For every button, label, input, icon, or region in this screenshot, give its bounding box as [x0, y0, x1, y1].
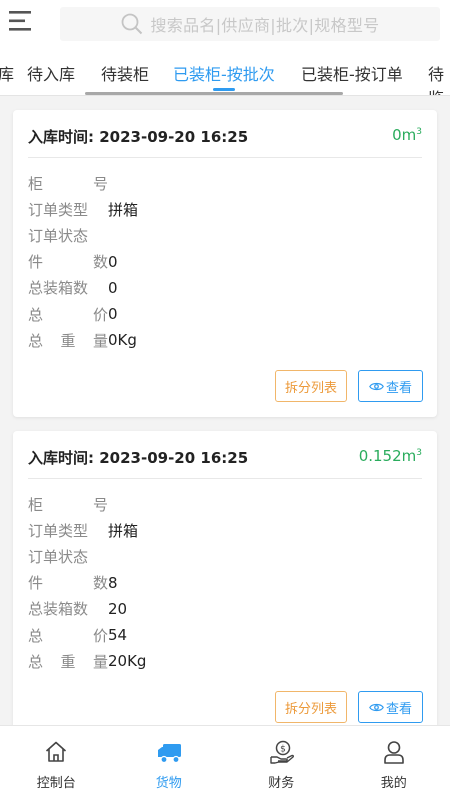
- volume-value: 0.152m3: [358, 447, 422, 465]
- user-icon: [383, 741, 404, 764]
- row-total-weight: 总重量 20Kg: [28, 648, 146, 674]
- tab-pending-inbound[interactable]: 待入库: [27, 61, 75, 85]
- eye-icon: [369, 382, 384, 390]
- row-pieces: 件数0: [28, 249, 138, 275]
- truck-icon: [157, 744, 181, 764]
- field-value: 8: [108, 573, 118, 592]
- card-header: 入库时间: 2023-09-20 16:25 0m3: [28, 124, 422, 158]
- field-label: 总价: [28, 305, 108, 324]
- search-icon: [121, 13, 142, 35]
- field-label: 总重量: [28, 331, 108, 350]
- card-details: 柜号 订单类型 拼箱 订单状态 件数0 总装箱数 0 总价0 总重量 0Kg: [28, 170, 138, 353]
- top-bar: 搜索品名|供应商|批次|规格型号: [0, 0, 450, 48]
- field-label: 总装箱数: [28, 279, 89, 298]
- nav-label: 控制台: [36, 776, 76, 791]
- card-details: 柜号 订单类型 拼箱 订单状态 件数8 总装箱数 20 总价 54 总重量 20Kg: [28, 491, 146, 674]
- row-total-weight: 总重量 0Kg: [28, 327, 138, 353]
- nav-goods[interactable]: 货物: [113, 726, 226, 800]
- row-order-type: 订单类型 拼箱: [28, 196, 138, 222]
- field-label: 总价: [28, 626, 108, 645]
- field-value: 54: [108, 626, 128, 645]
- tab-loaded-by-order[interactable]: 已装柜-按订单: [301, 61, 403, 85]
- menu-icon[interactable]: [9, 10, 33, 32]
- batch-card[interactable]: 入库时间: 2023-09-20 16:25 0.152m3 柜号 订单类型 拼箱…: [13, 431, 437, 731]
- field-value: 0: [108, 252, 118, 271]
- row-total-price: 总价0: [28, 301, 138, 327]
- split-list-button[interactable]: 拆分列表: [275, 691, 347, 723]
- nav-label: 财务: [268, 776, 295, 791]
- row-order-status: 订单状态: [28, 222, 138, 248]
- tab-pending-loading[interactable]: 待装柜: [101, 61, 149, 85]
- field-label: 订单类型: [28, 521, 89, 540]
- row-order-type: 订单类型 拼箱: [28, 517, 146, 543]
- tab-pending-more[interactable]: 待鉴: [428, 61, 450, 95]
- eye-icon: [369, 703, 384, 711]
- tab-rk[interactable]: 入库: [0, 61, 14, 85]
- row-total-boxes: 总装箱数 0: [28, 275, 138, 301]
- field-label: 订单状态: [28, 226, 89, 245]
- field-label: 订单类型: [28, 200, 89, 219]
- field-value: 20: [108, 599, 128, 618]
- nav-label: 我的: [380, 776, 407, 791]
- volume-value: 0m3: [392, 126, 422, 144]
- row-order-status: 订单状态: [28, 543, 146, 569]
- field-label: 柜号: [28, 495, 108, 514]
- row-total-price: 总价 54: [28, 622, 146, 648]
- split-list-button[interactable]: 拆分列表: [275, 370, 347, 402]
- field-label: 件数: [28, 574, 108, 593]
- active-tab-indicator: [213, 88, 235, 91]
- field-label: 柜号: [28, 174, 108, 193]
- search-placeholder: 搜索品名|供应商|批次|规格型号: [150, 16, 380, 35]
- row-total-boxes: 总装箱数 20: [28, 596, 146, 622]
- view-button[interactable]: 查看: [358, 691, 423, 723]
- field-value: 拼箱: [108, 521, 139, 540]
- inbound-time: 入库时间: 2023-09-20 16:25: [28, 449, 249, 467]
- inbound-time: 入库时间: 2023-09-20 16:25: [28, 128, 249, 146]
- home-icon: [45, 741, 67, 762]
- nav-mine[interactable]: 我的: [338, 726, 450, 800]
- field-value: 0Kg: [108, 331, 137, 350]
- tab-loaded-by-batch[interactable]: 已装柜-按批次: [173, 61, 275, 85]
- row-pieces: 件数8: [28, 570, 146, 596]
- row-container-no: 柜号: [28, 170, 138, 196]
- field-value: 20Kg: [108, 652, 147, 671]
- field-label: 总装箱数: [28, 600, 89, 619]
- view-button[interactable]: 查看: [358, 370, 423, 402]
- svg-text:$: $: [280, 745, 286, 755]
- field-label: 总重量: [28, 652, 108, 671]
- money-hand-icon: $: [270, 740, 295, 764]
- nav-label: 货物: [155, 776, 182, 791]
- search-input[interactable]: 搜索品名|供应商|批次|规格型号: [60, 7, 440, 41]
- field-value: 拼箱: [108, 200, 139, 219]
- bottom-nav: 控制台 货物 $ 财务 我的: [0, 725, 450, 800]
- batch-card[interactable]: 入库时间: 2023-09-20 16:25 0m3 柜号 订单类型 拼箱 订单状…: [13, 110, 437, 417]
- nav-finance[interactable]: $ 财务: [225, 726, 338, 800]
- card-header: 入库时间: 2023-09-20 16:25 0.152m3: [28, 445, 422, 479]
- nav-console[interactable]: 控制台: [0, 726, 113, 800]
- field-label: 件数: [28, 253, 108, 272]
- tab-scrollbar[interactable]: [85, 92, 343, 95]
- field-label: 订单状态: [28, 547, 89, 566]
- row-container-no: 柜号: [28, 491, 146, 517]
- field-value: 0: [108, 305, 118, 324]
- field-value: 0: [108, 278, 118, 297]
